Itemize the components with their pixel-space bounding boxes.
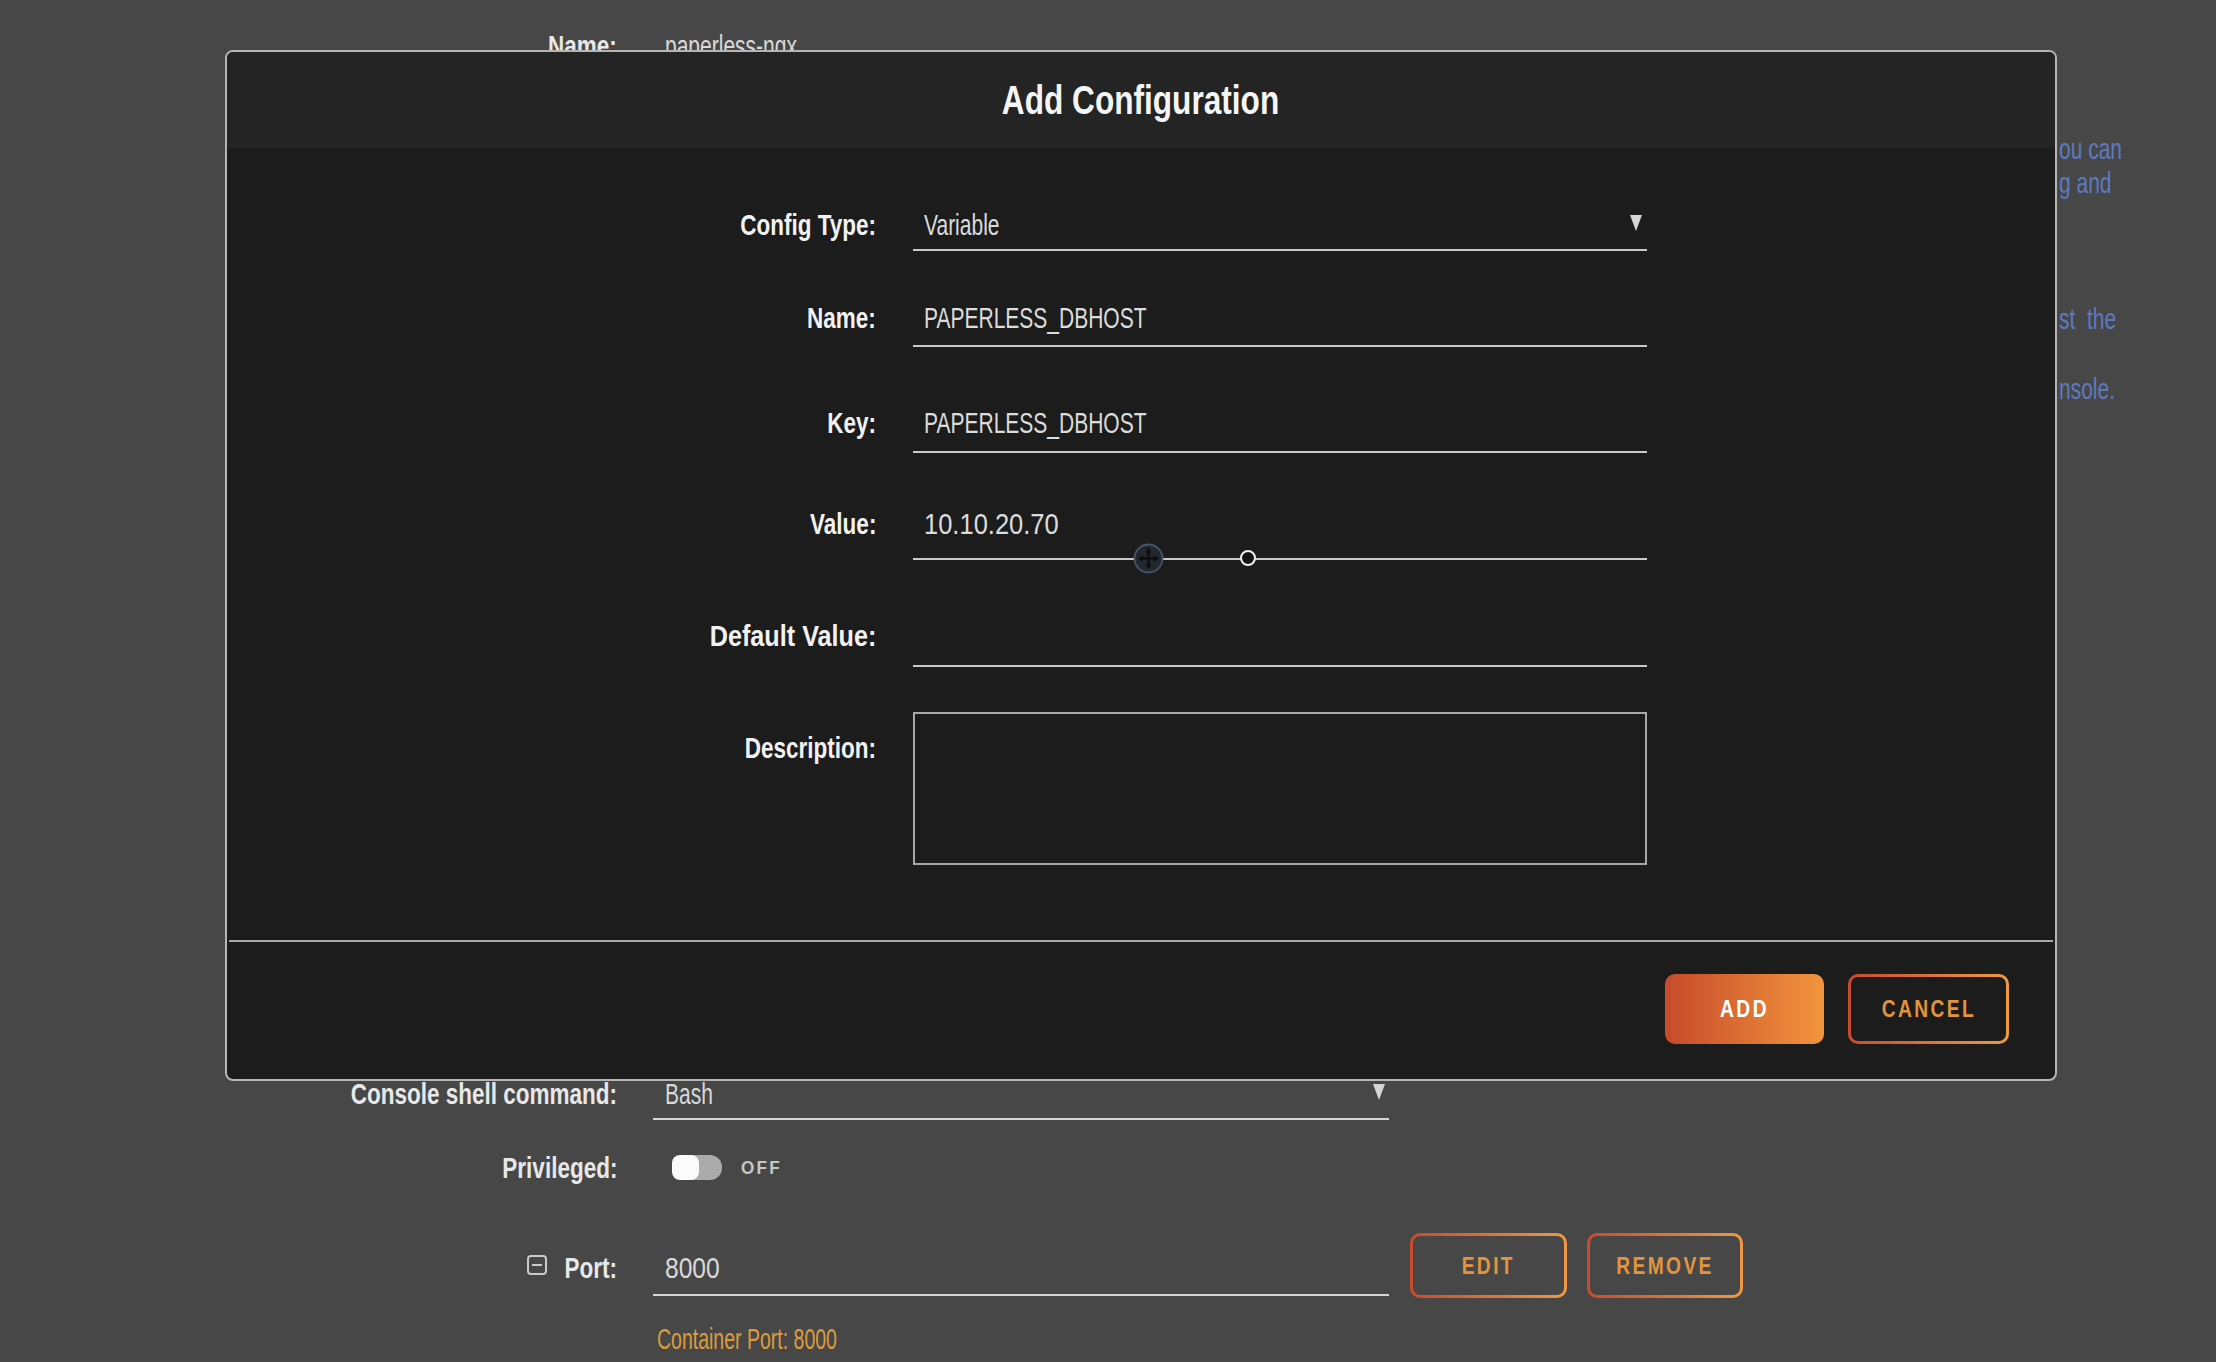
description-label: Description: xyxy=(476,732,876,764)
collapse-port-icon[interactable] xyxy=(527,1255,547,1275)
cancel-button[interactable]: CANCEL xyxy=(1848,974,2009,1044)
port-value[interactable]: 8000 xyxy=(665,1252,732,1284)
privileged-toggle[interactable] xyxy=(672,1155,722,1180)
dropdown-arrow-icon[interactable] xyxy=(1630,215,1642,231)
name-field-label: Name: xyxy=(476,302,876,334)
key-field-label: Key: xyxy=(476,407,876,439)
privileged-label: Privileged: xyxy=(464,1152,617,1184)
config-type-underline xyxy=(913,249,1647,251)
console-shell-command-value[interactable]: Bash xyxy=(665,1078,733,1110)
config-type-label: Config Type: xyxy=(476,209,876,241)
key-field-underline xyxy=(913,451,1647,453)
name-field-value[interactable]: PAPERLESS_DBHOST xyxy=(924,302,1242,334)
help-text-line: ou can xyxy=(2059,134,2149,164)
value-field-value[interactable]: 10.10.20.70 xyxy=(924,508,1082,540)
dialog-footer-divider xyxy=(229,940,2053,942)
help-text-line: st the xyxy=(2059,304,2141,334)
config-type-value[interactable]: Variable xyxy=(924,209,1032,241)
name-field-underline xyxy=(913,345,1647,347)
remove-button[interactable]: REMOVE xyxy=(1587,1233,1743,1298)
privileged-state: OFF xyxy=(741,1157,787,1179)
circle-cursor-icon xyxy=(1240,550,1256,566)
value-field-underline xyxy=(913,558,1647,560)
dialog-title: Add Configuration xyxy=(1002,52,1279,148)
dropdown-arrow-icon[interactable] xyxy=(1373,1084,1385,1100)
toggle-knob xyxy=(672,1155,699,1180)
dialog-header: Add Configuration xyxy=(227,52,2055,148)
default-value-underline xyxy=(913,665,1647,667)
port-label: Port: xyxy=(547,1252,617,1284)
value-field-label: Value: xyxy=(476,508,876,540)
port-underline xyxy=(653,1294,1389,1296)
edit-button[interactable]: EDIT xyxy=(1410,1233,1567,1298)
key-field-value[interactable]: PAPERLESS_DBHOST xyxy=(924,407,1242,439)
move-cursor-icon xyxy=(1133,543,1164,574)
help-text-line: g and xyxy=(2059,168,2134,198)
add-button[interactable]: ADD xyxy=(1665,974,1824,1044)
container-port-text: Container Port: 8000 xyxy=(657,1323,934,1355)
help-text-line: nsole. xyxy=(2059,374,2139,404)
console-underline xyxy=(653,1118,1389,1120)
console-shell-command-label: Console shell command: xyxy=(262,1078,617,1110)
default-value-label: Default Value: xyxy=(476,620,876,652)
description-input[interactable] xyxy=(913,712,1647,865)
